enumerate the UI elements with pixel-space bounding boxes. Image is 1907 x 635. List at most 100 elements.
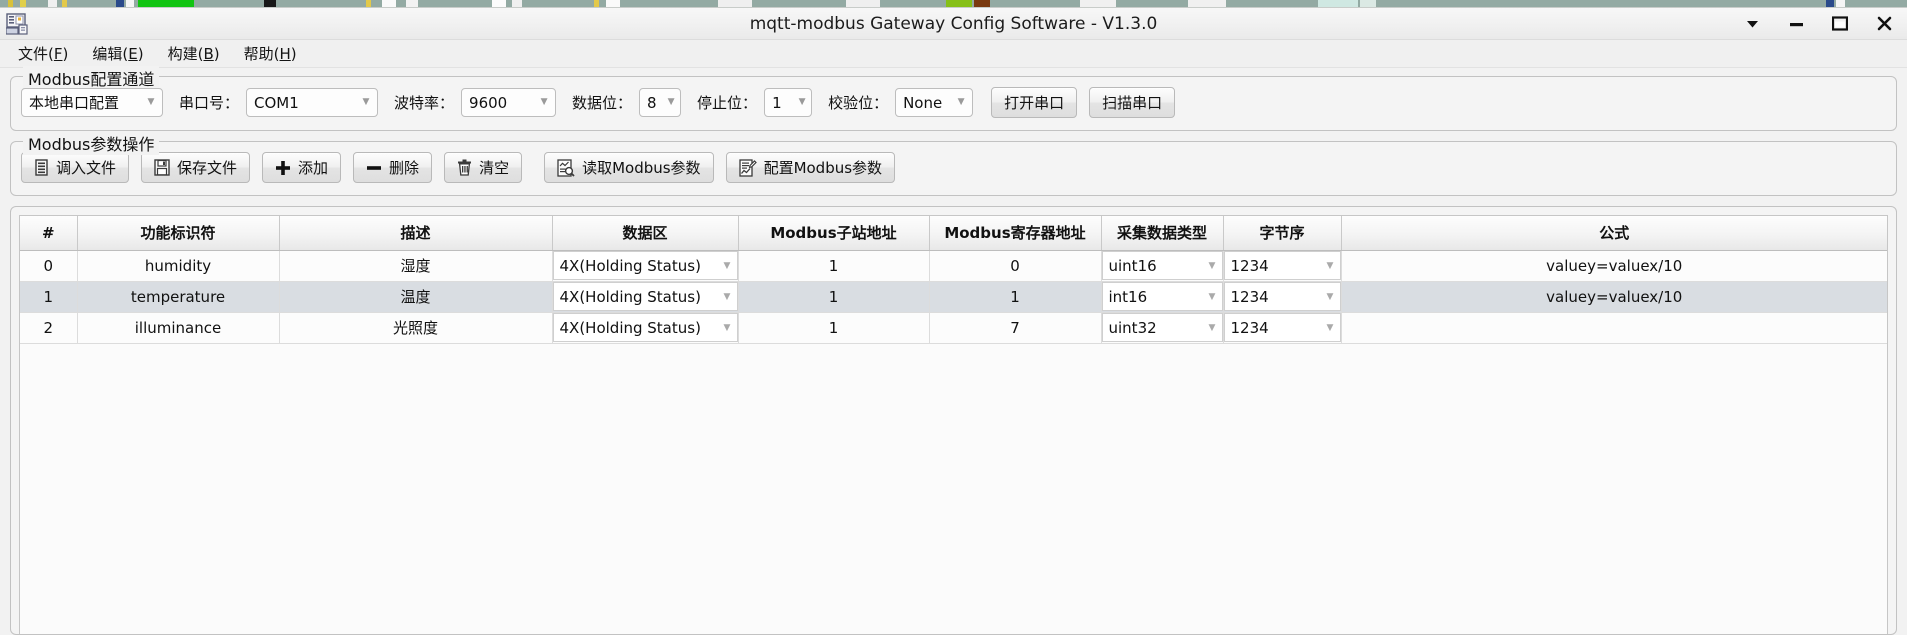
cell-formula[interactable] bbox=[1341, 312, 1887, 344]
serial-port-select[interactable]: COM1 ▼ bbox=[246, 88, 379, 117]
modbus-param-group-title: Modbus参数操作 bbox=[23, 131, 160, 155]
import-file-button[interactable]: 调入文件 bbox=[21, 152, 130, 183]
chevron-down-icon: ▼ bbox=[1326, 322, 1334, 333]
baud-rate-select[interactable]: 9600 ▼ bbox=[461, 88, 557, 117]
main-content: Modbus配置通道 本地串口配置 ▼ 串口号： COM1 ▼ 波特率： 960… bbox=[0, 66, 1907, 635]
serial-action-buttons: 打开串口 扫描串口 bbox=[991, 87, 1176, 118]
read-modbus-params-button[interactable]: 读取Modbus参数 bbox=[544, 152, 714, 183]
data-area-value: 4X(Holding Status) bbox=[559, 256, 701, 275]
maximize-icon[interactable] bbox=[1831, 15, 1849, 33]
read-params-icon bbox=[557, 158, 575, 177]
baud-rate-value: 9600 bbox=[469, 93, 508, 112]
col-slave-address[interactable]: Modbus子站地址 bbox=[738, 216, 930, 251]
table-row[interactable]: 2 illuminance 光照度 4X(Holding Status) ▼ 1… bbox=[20, 312, 1887, 344]
col-data-area[interactable]: 数据区 bbox=[552, 216, 739, 251]
cell-data-type[interactable]: int16 ▼ bbox=[1101, 281, 1224, 313]
cell-index: 0 bbox=[20, 250, 78, 282]
data-bits-select[interactable]: 8 ▼ bbox=[639, 88, 682, 117]
open-serial-port-label: 打开串口 bbox=[1004, 94, 1065, 112]
scan-serial-port-label: 扫描串口 bbox=[1102, 94, 1163, 112]
cell-data-area[interactable]: 4X(Holding Status) ▼ bbox=[552, 312, 739, 344]
data-type-select[interactable]: uint32 ▼ bbox=[1101, 313, 1223, 342]
import-file-icon bbox=[34, 159, 49, 176]
col-register-address[interactable]: Modbus寄存器地址 bbox=[929, 216, 1102, 251]
cell-register-address[interactable]: 7 bbox=[929, 312, 1102, 344]
scan-serial-port-button[interactable]: 扫描串口 bbox=[1089, 87, 1176, 118]
close-icon[interactable] bbox=[1875, 15, 1893, 33]
connection-mode-select[interactable]: 本地串口配置 ▼ bbox=[21, 88, 163, 117]
cell-data-type[interactable]: uint32 ▼ bbox=[1101, 312, 1224, 344]
config-modbus-params-button[interactable]: 配置Modbus参数 bbox=[725, 152, 896, 183]
parity-select[interactable]: None ▼ bbox=[895, 88, 974, 117]
cell-formula[interactable]: valuey=valuex/10 bbox=[1341, 281, 1887, 313]
chevron-down-icon: ▼ bbox=[540, 97, 548, 107]
col-identifier[interactable]: 功能标识符 bbox=[77, 216, 280, 251]
cell-description[interactable]: 光照度 bbox=[279, 312, 553, 344]
plus-icon bbox=[275, 160, 291, 176]
col-formula[interactable]: 公式 bbox=[1341, 216, 1887, 251]
stop-bits-select[interactable]: 1 ▼ bbox=[764, 88, 813, 117]
minimize-icon[interactable] bbox=[1787, 15, 1805, 33]
cell-slave-address[interactable]: 1 bbox=[738, 312, 930, 344]
chevron-down-icon: ▼ bbox=[1208, 291, 1216, 302]
table-row[interactable]: 1 temperature 温度 4X(Holding Status) ▼ 1 … bbox=[20, 281, 1887, 313]
cell-slave-address[interactable]: 1 bbox=[738, 281, 930, 313]
cell-byte-order[interactable]: 1234 ▼ bbox=[1223, 312, 1342, 344]
cell-slave-address[interactable]: 1 bbox=[738, 250, 930, 282]
add-row-button[interactable]: 添加 bbox=[262, 152, 342, 183]
data-type-select[interactable]: int16 ▼ bbox=[1101, 282, 1223, 311]
col-description[interactable]: 描述 bbox=[279, 216, 553, 251]
cell-description[interactable]: 温度 bbox=[279, 281, 553, 313]
config-params-icon bbox=[738, 158, 757, 177]
cell-data-type[interactable]: uint16 ▼ bbox=[1101, 250, 1224, 282]
col-byte-order[interactable]: 字节序 bbox=[1223, 216, 1342, 251]
clear-all-button[interactable]: 清空 bbox=[444, 152, 523, 183]
byte-order-select[interactable]: 1234 ▼ bbox=[1223, 282, 1341, 311]
menu-item-help-label: 帮助 bbox=[243, 45, 274, 63]
param-table: # 功能标识符 描述 数据区 Modbus子站地址 Modbus寄存器地址 采集… bbox=[20, 216, 1887, 344]
menu-item-build[interactable]: 构建(B) bbox=[158, 40, 230, 67]
col-data-type[interactable]: 采集数据类型 bbox=[1101, 216, 1224, 251]
cell-data-area[interactable]: 4X(Holding Status) ▼ bbox=[552, 281, 739, 313]
data-area-select[interactable]: 4X(Holding Status) ▼ bbox=[552, 313, 738, 342]
cell-description[interactable]: 湿度 bbox=[279, 250, 553, 282]
col-index[interactable]: # bbox=[20, 216, 78, 251]
cell-data-area[interactable]: 4X(Holding Status) ▼ bbox=[552, 250, 739, 282]
table-row[interactable]: 0 humidity 湿度 4X(Holding Status) ▼ 1 0 u… bbox=[20, 250, 1887, 282]
cell-register-address[interactable]: 0 bbox=[929, 250, 1102, 282]
cell-byte-order[interactable]: 1234 ▼ bbox=[1223, 281, 1342, 313]
data-type-value: uint16 bbox=[1108, 256, 1157, 275]
chevron-down-icon: ▼ bbox=[667, 97, 675, 107]
computer-config-icon bbox=[5, 12, 30, 35]
chevron-down-icon: ▼ bbox=[723, 322, 731, 333]
byte-order-select[interactable]: 1234 ▼ bbox=[1223, 251, 1341, 280]
cell-byte-order[interactable]: 1234 ▼ bbox=[1223, 250, 1342, 282]
data-area-select[interactable]: 4X(Holding Status) ▼ bbox=[552, 251, 738, 280]
parity-value: None bbox=[903, 93, 943, 112]
application-window: mqtt-modbus Gateway Config Software - V1… bbox=[0, 7, 1907, 635]
data-area-select[interactable]: 4X(Holding Status) ▼ bbox=[552, 282, 738, 311]
cell-formula[interactable]: valuey=valuex/10 bbox=[1341, 250, 1887, 282]
data-bits-label: 数据位： bbox=[572, 94, 633, 112]
cell-identifier[interactable]: humidity bbox=[77, 250, 280, 282]
save-file-button[interactable]: 保存文件 bbox=[141, 152, 251, 183]
add-row-label: 添加 bbox=[298, 159, 329, 177]
cell-index: 1 bbox=[20, 281, 78, 313]
menu-item-edit[interactable]: 编辑(E) bbox=[82, 40, 153, 67]
data-bits-value: 8 bbox=[647, 93, 657, 112]
cell-register-address[interactable]: 1 bbox=[929, 281, 1102, 313]
chevron-down-icon[interactable] bbox=[1743, 15, 1761, 33]
data-type-select[interactable]: uint16 ▼ bbox=[1101, 251, 1223, 280]
cell-identifier[interactable]: illuminance bbox=[77, 312, 280, 344]
chevron-down-icon: ▼ bbox=[1208, 322, 1216, 333]
param-toolbar: 调入文件 保存文件 添加 删除 清空 读取Modbus参数 配置Modbus参数 bbox=[21, 152, 1886, 183]
menu-item-help[interactable]: 帮助(H) bbox=[234, 40, 307, 67]
trash-icon bbox=[457, 159, 472, 176]
cell-identifier[interactable]: temperature bbox=[77, 281, 280, 313]
delete-row-button[interactable]: 删除 bbox=[353, 152, 433, 183]
byte-order-select[interactable]: 1234 ▼ bbox=[1223, 313, 1341, 342]
open-serial-port-button[interactable]: 打开串口 bbox=[991, 87, 1078, 118]
title-bar[interactable]: mqtt-modbus Gateway Config Software - V1… bbox=[0, 8, 1907, 40]
menu-item-file[interactable]: 文件(F) bbox=[8, 40, 78, 67]
table-empty-area[interactable] bbox=[20, 343, 1887, 544]
